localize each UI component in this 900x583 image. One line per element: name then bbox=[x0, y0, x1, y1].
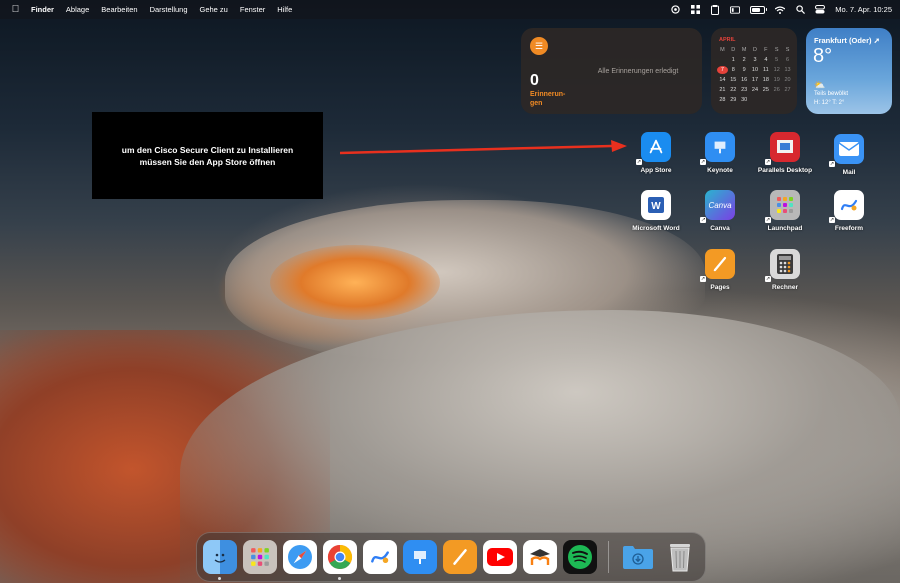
desktop-icon-launchpad[interactable]: ↗ Launchpad bbox=[755, 190, 815, 232]
freeform-icon: ↗ bbox=[829, 190, 864, 223]
arrow-head bbox=[611, 140, 627, 152]
arrow-line bbox=[339, 144, 613, 155]
desktop-icon-label: App Store bbox=[640, 167, 672, 174]
instruction-arrow bbox=[339, 140, 627, 155]
desktop-icon-freeform[interactable]: ↗ Freeform bbox=[819, 190, 879, 232]
desktop-icon-pages[interactable]: ↗ Pages bbox=[690, 249, 750, 291]
desktop-icon-label: Microsoft Word bbox=[632, 225, 680, 232]
desktop-icon-parallels-desktop[interactable]: ↗ Parallels Desktop bbox=[755, 132, 815, 174]
alias-arrow-icon: ↗ bbox=[765, 159, 771, 165]
pages-icon[interactable] bbox=[443, 540, 477, 574]
desktop-icon-app-store[interactable]: ↗ App Store bbox=[626, 132, 686, 174]
keynote-icon: ↗ bbox=[700, 132, 735, 165]
pages-icon: ↗ bbox=[700, 249, 735, 282]
trash-icon[interactable] bbox=[663, 540, 697, 574]
safari-icon[interactable] bbox=[283, 540, 317, 574]
dock-separator bbox=[608, 541, 609, 573]
moodle-icon[interactable] bbox=[523, 540, 557, 574]
calculator-icon: ↗ bbox=[765, 249, 800, 282]
running-indicator bbox=[338, 577, 341, 580]
running-indicator bbox=[218, 577, 221, 580]
alias-arrow-icon: ↗ bbox=[765, 217, 771, 223]
spotify-icon[interactable] bbox=[563, 540, 597, 574]
canva-logo: Canva bbox=[708, 200, 732, 210]
word-icon: W bbox=[641, 190, 671, 220]
downloads-folder-icon[interactable] bbox=[621, 540, 655, 574]
desktop-icon-label: Mail bbox=[842, 169, 856, 176]
desktop-icon-label: Parallels Desktop bbox=[757, 167, 813, 174]
keynote-icon[interactable] bbox=[403, 540, 437, 574]
desktop-icon-rechner[interactable]: ↗ Rechner bbox=[755, 249, 815, 291]
parallels-icon: ↗ bbox=[765, 132, 800, 165]
desktop-icon-label: Keynote bbox=[707, 167, 733, 174]
canva-icon: Canva ↗ bbox=[700, 190, 735, 223]
mail-icon: ↗ bbox=[829, 134, 864, 167]
desktop-icon-label: Launchpad bbox=[767, 225, 803, 232]
chrome-icon[interactable] bbox=[323, 540, 357, 574]
alias-arrow-icon: ↗ bbox=[829, 161, 835, 167]
freeform-icon[interactable] bbox=[363, 540, 397, 574]
desktop-icon-mail[interactable]: ↗ Mail bbox=[819, 134, 879, 176]
desktop-icon-label: Freeform bbox=[834, 225, 864, 232]
launchpad-icon: ↗ bbox=[765, 190, 800, 223]
dock bbox=[196, 532, 706, 582]
alias-arrow-icon: ↗ bbox=[829, 217, 835, 223]
alias-arrow-icon: ↗ bbox=[700, 217, 706, 223]
desktop-icon-keynote[interactable]: ↗ Keynote bbox=[690, 132, 750, 174]
alias-arrow-icon: ↗ bbox=[700, 276, 706, 282]
desktop-icon-label: Canva bbox=[710, 225, 730, 232]
desktop-icon-canva[interactable]: Canva ↗ Canva bbox=[690, 190, 750, 232]
launchpad-icon[interactable] bbox=[243, 540, 277, 574]
alias-arrow-icon: ↗ bbox=[700, 159, 706, 165]
finder-icon[interactable] bbox=[203, 540, 237, 574]
alias-arrow-icon: ↗ bbox=[765, 276, 771, 282]
alias-arrow-icon: ↗ bbox=[636, 159, 642, 165]
desktop-icon-label: Pages bbox=[710, 284, 730, 291]
youtube-icon[interactable] bbox=[483, 540, 517, 574]
desktop-icon-microsoft-word[interactable]: W Microsoft Word bbox=[626, 190, 686, 232]
svg-text:W: W bbox=[651, 201, 661, 212]
desktop-icon-label: Rechner bbox=[771, 284, 798, 291]
app-store-icon: ↗ bbox=[636, 132, 671, 165]
